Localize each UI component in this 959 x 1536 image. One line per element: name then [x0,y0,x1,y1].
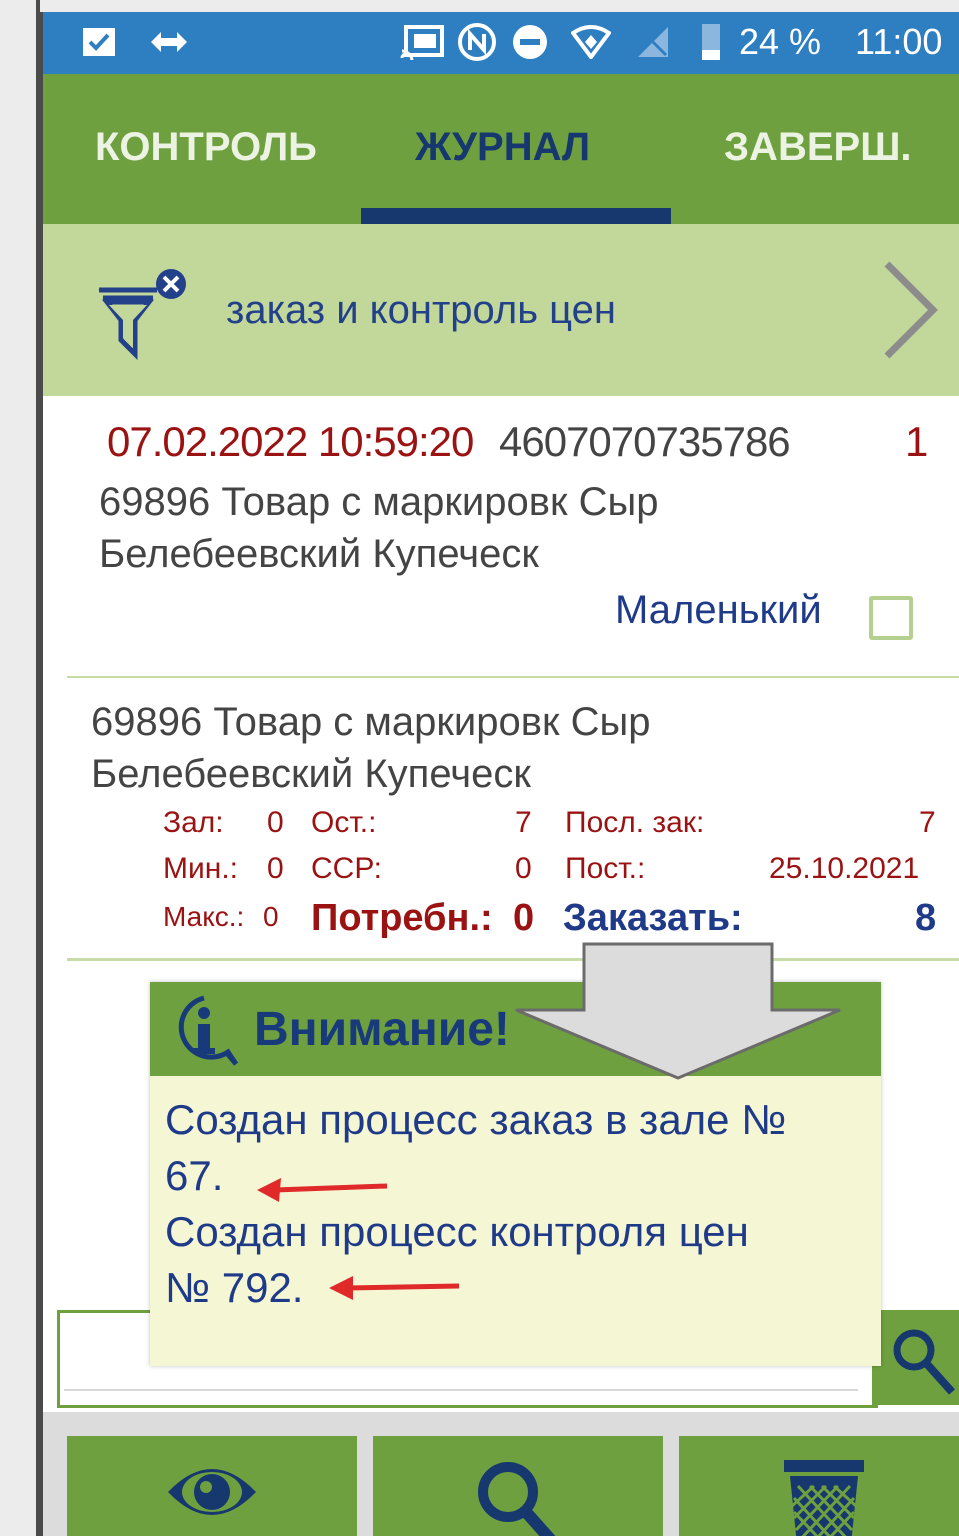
posl-zak-label: Посл. зак: [565,806,705,839]
window-frame-left [0,0,40,1536]
zal-label: Зал: [163,806,224,839]
battery-percent: 24 % [739,21,822,62]
filter-bar: заказ и контроль цен [43,224,959,396]
info-icon [166,992,242,1068]
entry-count: 1 [905,418,929,465]
product-title-line1: 69896 Товар с маркировк Сыр [91,700,651,744]
order-label: Заказать: [563,897,743,939]
entry-barcode: 4607070735786 [499,418,791,465]
code-icon [147,22,191,62]
search-icon [893,1329,955,1395]
tab-bar: КОНТРОЛЬ ЖУРНАЛ ЗАВЕРШ. [43,74,959,224]
ssr-label: ССР: [311,852,383,885]
search-button[interactable] [872,1310,959,1405]
ost-label: Ост.: [311,806,377,839]
entry-datetime: 07.02.2022 10:59:20 [107,418,474,465]
maks-value: 0 [263,901,279,932]
need-value: 0 [513,897,535,939]
posl-zak-value: 7 [919,806,936,839]
find-button[interactable] [373,1436,663,1536]
ost-value: 7 [515,806,532,839]
product-title-line2: Белебеевский Купеческ [91,752,531,796]
checkbox-notification-icon [81,22,117,62]
trash-icon [784,1460,864,1536]
min-value: 0 [267,852,284,885]
delete-button[interactable] [679,1436,959,1536]
tab-zhurnal[interactable]: ЖУРНАЛ [415,122,590,172]
dialog-line: Создан процесс заказ в зале № [165,1096,787,1143]
entry-title-line2: Белебеевский Купеческ [99,532,539,576]
red-arrow-annotation [257,1178,388,1202]
red-arrow-annotation [329,1276,460,1300]
filter-label: заказ и контроль цен [226,288,616,332]
need-label: Потребн.: [311,897,493,939]
battery-icon [698,22,724,62]
product-details[interactable]: 69896 Товар с маркировк Сыр Белебеевский… [67,678,959,961]
window-frame-top [40,0,959,12]
dialog-line: № 792. [165,1264,304,1311]
status-bar: 24 % 11:00 [43,12,959,74]
journal-entry[interactable]: 07.02.2022 10:59:20 4607070735786 1 6989… [67,396,959,679]
size-checkbox[interactable] [869,596,913,640]
post-label: Пост.: [565,852,646,885]
down-arrow-annotation [515,942,841,1080]
bottom-toolbar [43,1412,959,1536]
dialog-line: Создан процесс контроля цен [165,1208,749,1255]
tab-kontrol[interactable]: КОНТРОЛЬ [95,122,317,172]
signal-off-icon [633,22,673,62]
maks-label: Макс.: [163,901,245,932]
min-label: Мин.: [163,852,238,885]
chevron-right-icon[interactable] [881,260,941,360]
dialog-message: Создан процесс заказ в зале № 67. Создан… [165,1092,875,1316]
do-not-disturb-icon [509,22,551,62]
order-value: 8 [915,897,937,939]
filter-clear-icon[interactable] [95,262,205,362]
size-label: Маленький [615,588,822,632]
ssr-value: 0 [515,852,532,885]
tab-zaversh[interactable]: ЗАВЕРШ. [724,122,912,172]
view-button[interactable] [67,1436,357,1536]
eye-icon [168,1469,256,1515]
search-icon [478,1462,556,1536]
entry-title-line1: 69896 Товар с маркировк Сыр [99,480,659,524]
nfc-icon [455,22,499,62]
post-value: 25.10.2021 [769,852,920,885]
clock: 11:00 [855,21,943,62]
app-screen: 24 % 11:00 КОНТРОЛЬ ЖУРНАЛ ЗАВЕРШ. заказ… [43,12,959,1536]
active-tab-indicator [361,208,671,224]
cast-icon [398,22,446,62]
zal-value: 0 [267,806,284,839]
vpn-icon [569,22,613,62]
window-frame-edge [36,0,43,1536]
